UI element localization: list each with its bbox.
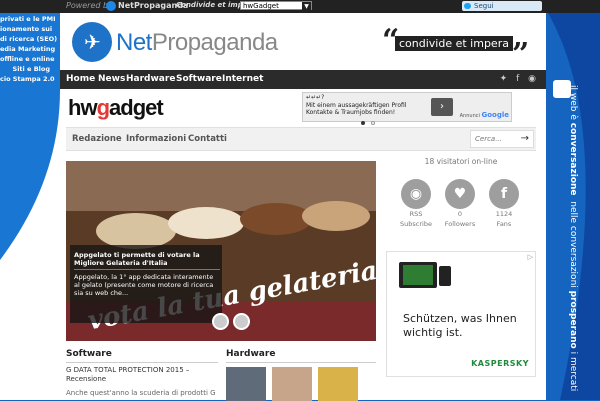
slider-caption-title[interactable]: Appgelato ti permette di votare la Migli…: [74, 251, 220, 267]
hwgadget-logo[interactable]: hwgadget: [68, 95, 164, 121]
slider-thumb[interactable]: [233, 313, 250, 330]
sub-nav: Redazione Informazioni Contatti Cerca...…: [66, 127, 536, 151]
ad-label: Annunci Google: [460, 111, 509, 119]
search-input[interactable]: Cerca... →: [470, 130, 534, 148]
hardware-thumb[interactable]: [226, 367, 266, 401]
twitter-icon[interactable]: ♥: [445, 179, 475, 209]
logo-propaganda: Propaganda: [151, 29, 278, 56]
left-link[interactable]: offline e online: [0, 54, 55, 64]
side-ad-message: Schützen, was Ihnen wichtig ist.: [403, 312, 517, 339]
top-bar: Powered by NetPropaganda Condivide et im…: [0, 0, 600, 20]
runner-icon: ✈: [84, 30, 101, 54]
search-arrow-icon[interactable]: →: [521, 131, 529, 147]
slider-thumb[interactable]: [212, 313, 229, 330]
slider-caption-text: Appgelato, la 1° app dedicata interament…: [74, 273, 214, 297]
slogan-line2-b: prosperano: [568, 290, 578, 349]
side-ad-banner[interactable]: ▷ Schützen, was Ihnen wichtig ist. KASPE…: [386, 251, 536, 377]
ad-label-text: Annunci: [459, 113, 480, 119]
left-side-links: privati e le PMI ionamento sui di ricerc…: [0, 14, 57, 84]
kaspersky-logo: KASPERSKY: [471, 359, 529, 368]
site-select-value: hwGadget: [243, 2, 279, 10]
facebook-icon[interactable]: f: [516, 74, 519, 84]
twitter-follow-button[interactable]: Segui @netpropaganda: [462, 1, 542, 20]
facebook-icon[interactable]: f: [489, 179, 519, 209]
section-heading-software[interactable]: Software: [66, 346, 218, 363]
social-twitter-count: Followers: [444, 220, 476, 228]
hwgadget-logo-hw: hw: [68, 95, 98, 120]
social-twitter-label: 0: [457, 210, 463, 218]
nav-item-software[interactable]: Software: [176, 70, 222, 89]
social-facebook-count: Fans: [496, 220, 512, 228]
caption-divider: [74, 269, 220, 270]
tablet-image: [399, 262, 437, 288]
nav-item-home[interactable]: Home: [66, 70, 95, 89]
netpropaganda-mini-icon: [106, 1, 116, 11]
ad-text: Mit einem aussagekräftigen Profil Kontak…: [306, 102, 407, 116]
vertical-slogan: il web è conversazione nelle conversazio…: [553, 80, 578, 391]
rss-icon[interactable]: ◉: [401, 179, 431, 209]
netpropaganda-mini-logo[interactable]: NetPropaganda: [106, 1, 188, 11]
hardware-thumb[interactable]: [318, 367, 358, 401]
site-header: ✈ NetPropaganda “ condivide et impera ”: [60, 13, 546, 72]
ad-pagination-dots: [361, 120, 381, 127]
top-ad-banner[interactable]: ↵↵↵? Mit einem aussagekräftigen Profil K…: [302, 92, 512, 125]
social-facebook[interactable]: f 1124 Fans: [482, 179, 526, 229]
header-tagline: condivide et impera: [395, 36, 513, 51]
right-column: 18 visitatori on-line ◉ RSS Subscribe ♥ …: [386, 157, 536, 228]
ad-title: ↵↵↵?: [306, 94, 325, 101]
ad-dot[interactable]: [371, 121, 375, 125]
slogan-line2-c: i mercati: [568, 348, 578, 392]
nav-item-internet[interactable]: Internet: [222, 70, 263, 89]
main-nav: Home News Hardware Software Internet ✦ f…: [60, 70, 546, 89]
slider-caption[interactable]: Appgelato ti permette di votare la Migli…: [70, 245, 222, 323]
social-rss-label: RSS: [409, 210, 423, 218]
nav-social-icons: ✦ f ◉: [494, 74, 536, 84]
google-logo: Google: [481, 111, 509, 119]
left-link[interactable]: cio Stampa 2.0: [0, 74, 55, 84]
twitter-bird-icon: [464, 3, 471, 9]
close-quote-icon: ”: [512, 37, 530, 72]
slogan-text: il web è conversazione nelle conversazio…: [568, 85, 578, 391]
logo-net: Net: [116, 29, 152, 56]
slogan-line1-b: conversazione: [568, 122, 578, 196]
hwgadget-logo-g: g: [96, 95, 110, 120]
slogan-line2-a: nelle conversazioni: [568, 201, 578, 291]
visitors-online: 18 visitatori on-line: [424, 157, 498, 166]
left-link[interactable]: di ricerca (SEO): [0, 34, 57, 44]
slogan-line1-a: il web è: [568, 85, 578, 123]
subnav-item-redazione[interactable]: Redazione: [72, 128, 122, 150]
left-link[interactable]: privati e le PMI: [0, 14, 56, 24]
chevron-down-icon: ▼: [302, 2, 311, 11]
phone-image: [439, 266, 451, 286]
social-facebook-label: 1124: [495, 210, 513, 218]
nav-item-hardware[interactable]: Hardware: [126, 70, 175, 89]
main-content: hwgadget ↵↵↵? Mit einem aussagekräftigen…: [60, 89, 546, 401]
netpropaganda-logo-text[interactable]: NetPropaganda: [116, 29, 278, 57]
article-title[interactable]: G DATA TOTAL PROTECTION 2015 – Recension…: [66, 366, 218, 384]
subnav-item-informazioni[interactable]: Informazioni: [126, 128, 186, 150]
ad-info-icon[interactable]: ▷: [528, 253, 533, 261]
nav-item-news[interactable]: News: [98, 70, 125, 89]
social-rss-count: Subscribe: [400, 220, 432, 228]
ad-arrow-button[interactable]: ›: [431, 98, 453, 116]
twitter-icon[interactable]: ✦: [500, 74, 508, 84]
left-link[interactable]: Siti e Blog: [0, 64, 50, 74]
subnav-item-contatti[interactable]: Contatti: [188, 128, 227, 150]
ad-dot-active[interactable]: [361, 121, 365, 125]
slider-thumbnails: [212, 313, 254, 334]
featured-slider[interactable]: vota la tua gelateria Appgelato ti perme…: [66, 161, 376, 341]
rss-icon[interactable]: ◉: [528, 74, 536, 84]
site-select[interactable]: hwGadget ▼: [240, 1, 312, 11]
section-heading-hardware[interactable]: Hardware: [226, 346, 376, 363]
article-excerpt: Anche quest'anno la scuderia di prodotti…: [66, 389, 216, 397]
hardware-thumb[interactable]: [272, 367, 312, 401]
social-counters: ◉ RSS Subscribe ♥ 0 Followers f 1124 Fan…: [386, 179, 536, 239]
hwgadget-logo-adget: adget: [109, 95, 164, 120]
left-link[interactable]: ionamento sui: [0, 24, 52, 34]
social-rss[interactable]: ◉ RSS Subscribe: [394, 179, 438, 229]
left-link[interactable]: edia Marketing: [0, 44, 55, 54]
search-placeholder: Cerca...: [475, 135, 502, 143]
social-twitter[interactable]: ♥ 0 Followers: [438, 179, 482, 229]
